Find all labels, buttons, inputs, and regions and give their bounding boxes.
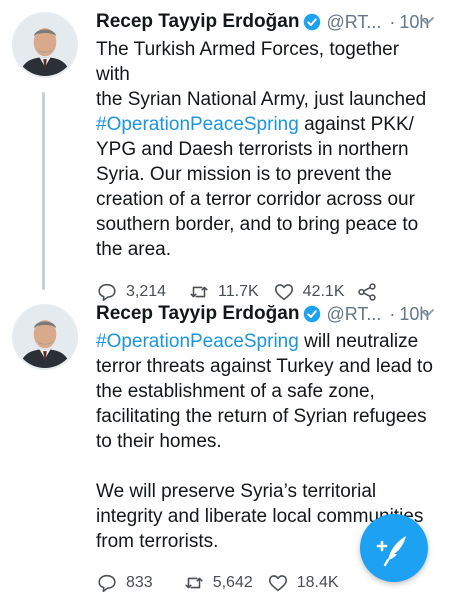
- compose-tweet-icon: [360, 514, 428, 582]
- tweet-text-line: the Syrian National Army, just launched: [96, 89, 427, 110]
- reply-count: 3,214: [126, 283, 167, 300]
- author-handle[interactable]: @RT...: [326, 304, 381, 325]
- separator-dot: ·: [389, 303, 396, 324]
- tweet-text-line: YPG and Daesh terrorists in northern: [96, 139, 409, 160]
- tweet-text-line: #OperationPeaceSpring against PKK/: [96, 114, 414, 135]
- tweet-text-line: southern border, and to bring peace to: [96, 214, 419, 235]
- tweet-text-line: the area.: [96, 239, 171, 260]
- tweet-text-line: #OperationPeaceSpring will neutralize: [96, 331, 419, 352]
- avatar[interactable]: [12, 12, 78, 78]
- reply-icon: [96, 572, 118, 594]
- verified-badge-icon: [303, 13, 321, 31]
- retweet-button[interactable]: 5,642: [183, 572, 253, 594]
- tweet-text: The Turkish Armed Forces, together with …: [96, 37, 436, 262]
- author-name[interactable]: Recep Tayyip Erdoğan: [96, 11, 299, 33]
- compose-tweet-button[interactable]: [360, 514, 428, 582]
- verified-badge-icon: [303, 305, 321, 323]
- reply-button[interactable]: 833: [96, 572, 153, 594]
- retweet-count: 5,642: [212, 574, 253, 591]
- tweet-text-line: to their homes.: [96, 431, 222, 452]
- like-button[interactable]: 18.4K: [267, 572, 339, 594]
- author-name[interactable]: Recep Tayyip Erdoğan: [96, 303, 299, 325]
- avatar[interactable]: [12, 304, 78, 370]
- tweet-header: Recep Tayyip Erdoğan @RT... · 10h: [96, 8, 436, 36]
- author-handle[interactable]: @RT...: [326, 12, 381, 33]
- tweet-text-line: creation of a terror corridor across our: [96, 189, 415, 210]
- tweet-thread: Recep Tayyip Erdoğan @RT... · 10h The Tu…: [0, 0, 450, 600]
- reply-count: 833: [126, 574, 153, 591]
- tweet-text-line: terror threats against Turkey and lead t…: [96, 356, 433, 377]
- chevron-down-icon[interactable]: [418, 306, 436, 320]
- like-count: 18.4K: [296, 574, 339, 591]
- like-count: 42.1K: [302, 283, 345, 300]
- retweet-count: 11.7K: [218, 283, 259, 300]
- tweet-text-line: Syria. Our mission is to prevent the: [96, 164, 392, 185]
- hashtag-link[interactable]: #OperationPeaceSpring: [96, 331, 299, 352]
- tweet-text-line: The Turkish Armed Forces, together with: [96, 39, 400, 85]
- separator-dot: ·: [389, 11, 396, 32]
- tweet-text-line: the establishment of a safe zone,: [96, 381, 375, 402]
- tweet-text-line: facilitating the return of Syrian refuge…: [96, 406, 427, 427]
- hashtag-link[interactable]: #OperationPeaceSpring: [96, 114, 299, 135]
- retweet-icon: [183, 572, 205, 594]
- tweet-text-line: We will preserve Syria’s territorial: [96, 481, 377, 502]
- chevron-down-icon[interactable]: [418, 14, 436, 28]
- thread-connector-line: [42, 92, 45, 290]
- heart-icon: [267, 572, 289, 594]
- tweet-header: Recep Tayyip Erdoğan @RT... · 10h: [96, 300, 436, 328]
